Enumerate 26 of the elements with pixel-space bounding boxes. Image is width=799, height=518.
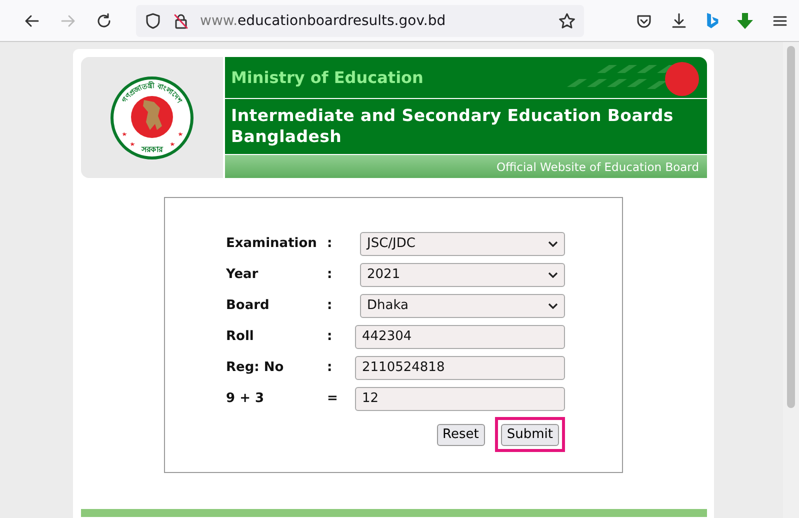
separator: : xyxy=(327,360,334,375)
field-label: Year xyxy=(226,267,260,282)
input-field[interactable]: 2110524818 xyxy=(355,356,565,380)
field-label: Examination xyxy=(226,236,318,251)
field-label: 9 + 3 xyxy=(226,391,266,406)
separator: : xyxy=(327,236,334,251)
separator: : xyxy=(327,329,334,344)
url-text: www.educationboardresults.gov.bd xyxy=(200,12,447,28)
emblem-text: সরকার xyxy=(142,144,162,154)
address-bar[interactable]: www.educationboardresults.gov.bd xyxy=(136,4,584,36)
separator: = xyxy=(327,391,339,406)
field-label: Roll xyxy=(226,329,255,344)
submit-button[interactable]: Submit xyxy=(500,424,559,446)
site-title: Intermediate and Secondary Education Boards Bangladesh xyxy=(225,99,707,154)
input-field[interactable]: 442304 xyxy=(355,324,565,348)
field-label: Reg: No xyxy=(226,360,285,375)
separator: : xyxy=(327,298,334,313)
input-field[interactable]: 12 xyxy=(355,386,565,410)
tagline: Official Website of Education Board xyxy=(496,160,699,174)
field-label: Board xyxy=(226,298,270,313)
dropdown[interactable]: 2021 xyxy=(360,262,565,286)
ministry-title: Ministry of Education xyxy=(231,68,424,87)
dropdown[interactable]: Dhaka xyxy=(360,294,565,318)
reset-button[interactable]: Reset xyxy=(436,424,485,446)
separator: : xyxy=(327,267,334,282)
dropdown[interactable]: JSC/JDC xyxy=(360,232,565,256)
